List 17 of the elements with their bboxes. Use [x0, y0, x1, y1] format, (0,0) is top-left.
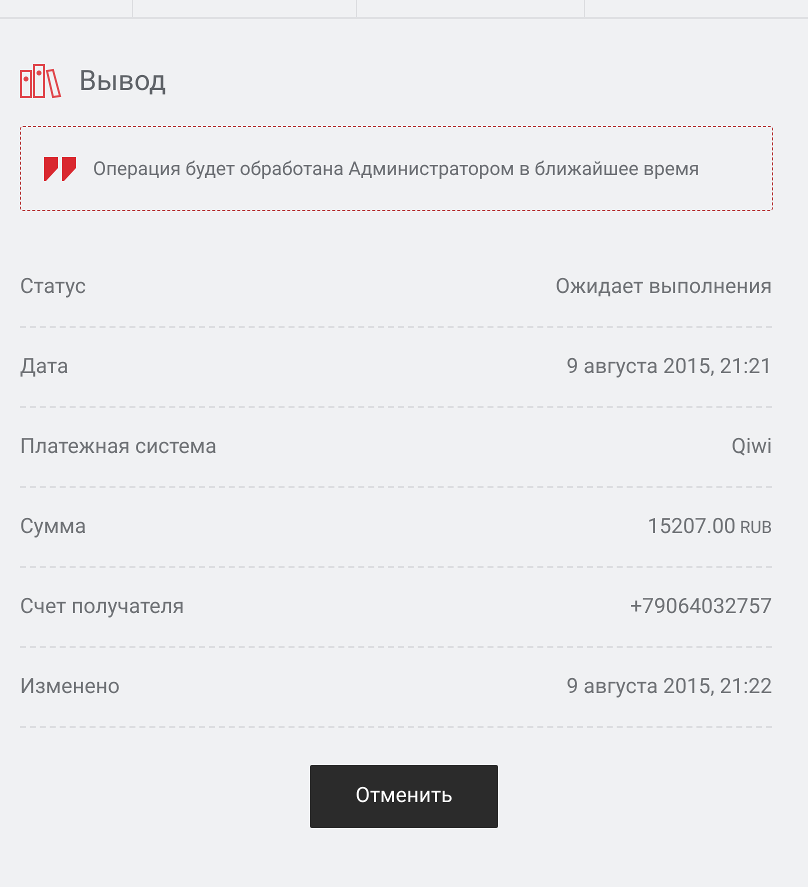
detail-label: Дата — [20, 354, 68, 382]
notice-text: Операция будет обработана Администратором в ближайшее время — [93, 156, 700, 182]
detail-value: 9 августа 2015, 21:21 — [566, 354, 772, 382]
detail-value: 9 августа 2015, 21:22 — [566, 674, 772, 702]
books-icon — [20, 63, 62, 99]
quote-icon — [43, 156, 77, 182]
detail-value: +79064032757 — [630, 594, 772, 622]
detail-label: Счет получателя — [20, 594, 184, 622]
detail-label: Изменено — [20, 674, 120, 702]
detail-value: Qiwi — [732, 434, 772, 462]
detail-value: 15207.00 RUB — [648, 514, 772, 542]
detail-label: Сумма — [20, 514, 86, 542]
detail-label: Статус — [20, 274, 86, 302]
detail-value: Ожидает выполнения — [556, 274, 772, 302]
cancel-button[interactable]: Отменить — [310, 765, 498, 828]
page-title: Вывод — [79, 63, 166, 99]
detail-label: Платежная система — [20, 434, 217, 462]
